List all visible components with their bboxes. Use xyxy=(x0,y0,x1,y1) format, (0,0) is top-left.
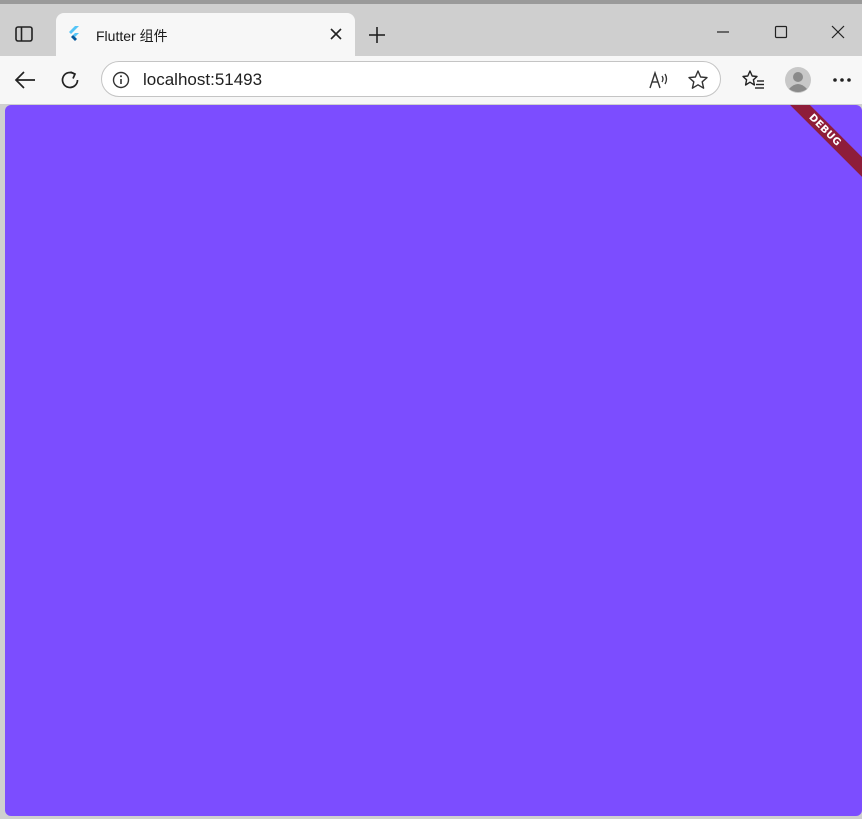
star-icon xyxy=(688,70,708,89)
profile-button[interactable] xyxy=(782,64,814,96)
refresh-button[interactable] xyxy=(54,64,86,96)
minimize-icon xyxy=(717,31,729,33)
tab-actions-button[interactable] xyxy=(6,18,42,50)
info-icon xyxy=(112,71,130,89)
active-tab[interactable]: Flutter 组件 xyxy=(56,13,355,57)
tab-strip: Flutter 组件 xyxy=(0,4,862,57)
more-icon xyxy=(833,78,851,82)
plus-icon xyxy=(369,27,385,43)
minimize-button[interactable] xyxy=(703,16,743,48)
maximize-button[interactable] xyxy=(761,16,801,48)
flutter-app-viewport: DEBUG xyxy=(5,105,862,816)
flutter-logo-icon xyxy=(69,26,79,41)
read-aloud-button[interactable] xyxy=(648,69,670,91)
back-arrow-icon xyxy=(14,71,35,89)
more-button[interactable] xyxy=(826,64,858,96)
address-url[interactable]: localhost:51493 xyxy=(143,70,262,90)
tab-actions-icon xyxy=(15,26,33,42)
refresh-icon xyxy=(61,71,79,89)
favorites-icon xyxy=(742,70,764,89)
read-aloud-icon xyxy=(649,70,668,89)
site-info-button[interactable] xyxy=(111,70,131,90)
close-icon xyxy=(831,25,845,39)
tab-title: Flutter 组件 xyxy=(96,28,168,44)
new-tab-button[interactable] xyxy=(364,22,390,48)
close-window-button[interactable] xyxy=(818,16,858,48)
back-button[interactable] xyxy=(9,64,41,96)
browser-toolbar: localhost:51493 xyxy=(0,56,862,104)
profile-icon xyxy=(785,67,811,93)
close-tab-button[interactable] xyxy=(327,25,345,43)
close-icon xyxy=(330,28,342,40)
add-favorite-button[interactable] xyxy=(687,69,709,91)
maximize-icon xyxy=(774,25,788,39)
address-bar[interactable]: localhost:51493 xyxy=(101,61,721,97)
favorites-button[interactable] xyxy=(737,64,769,96)
debug-banner: DEBUG xyxy=(767,105,862,188)
